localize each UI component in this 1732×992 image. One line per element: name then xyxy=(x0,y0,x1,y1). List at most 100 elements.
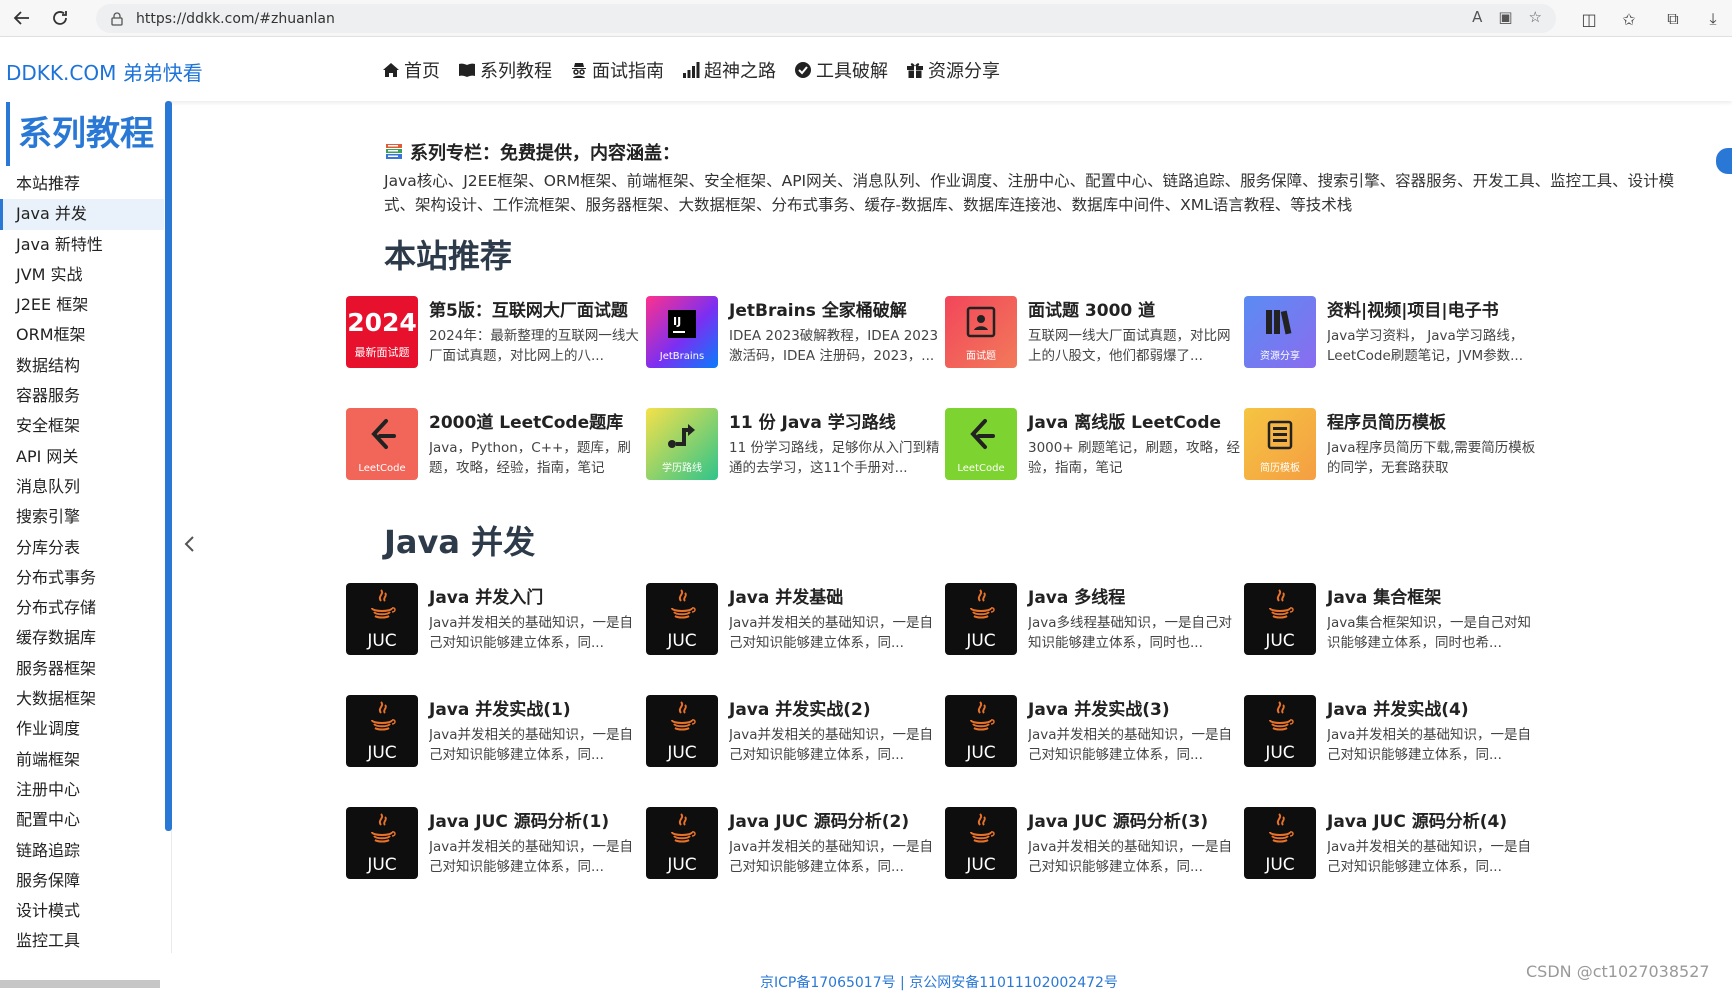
edge-sidebar-toggle[interactable] xyxy=(1716,148,1732,174)
course-card[interactable]: JUC Java 并发入门 Java并发相关的基础知识，一是自己对知识能够建立体系，… xyxy=(346,583,646,659)
course-thumbnail[interactable]: 资源分享 xyxy=(1244,296,1316,368)
horizontal-scrollbar[interactable] xyxy=(0,980,160,988)
course-card[interactable]: LeetCode 2000道 LeetCode题库 Java，Python，C++，… xyxy=(346,408,646,484)
course-card[interactable]: JUC Java JUC 源码分析(3) Java并发相关的基础知识，一是自己对知识… xyxy=(945,807,1245,883)
course-thumbnail[interactable]: JUC xyxy=(945,695,1017,767)
course-card[interactable]: JUC Java 并发基础 Java并发相关的基础知识，一是自己对知识能够建立体系，… xyxy=(646,583,946,659)
course-card[interactable]: JUC Java JUC 源码分析(1) Java并发相关的基础知识，一是自己对知识… xyxy=(346,807,646,883)
address-bar[interactable]: https://ddkk.com/#zhuanlan A ▣ ☆ xyxy=(96,4,1556,33)
course-thumbnail[interactable]: 面试题 xyxy=(945,296,1017,368)
course-thumbnail[interactable]: JUC xyxy=(1244,695,1316,767)
course-card[interactable]: 学历路线 11 份 Java 学习路线 11 份学习路线，足够你从入门到精通的去学习… xyxy=(646,408,946,484)
course-thumbnail[interactable]: JUC xyxy=(945,583,1017,655)
sidebar-item[interactable]: 分库分表 xyxy=(0,533,164,563)
course-title[interactable]: 2000道 LeetCode题库 xyxy=(429,408,644,433)
sidebar-item[interactable]: API 网关 xyxy=(0,442,164,472)
course-thumbnail[interactable]: 学历路线 xyxy=(646,408,718,480)
course-title[interactable]: Java JUC 源码分析(3) xyxy=(1028,807,1243,832)
course-title[interactable]: Java 并发入门 xyxy=(429,583,644,608)
sidebar-item[interactable]: 搜索引擎 xyxy=(0,502,164,532)
read-aloud-icon[interactable]: A xyxy=(1472,8,1482,26)
course-title[interactable]: Java JUC 源码分析(1) xyxy=(429,807,644,832)
course-thumbnail[interactable]: 简历模板 xyxy=(1244,408,1316,480)
sidebar-item[interactable]: 前端框架 xyxy=(0,745,164,775)
favorites-icon[interactable]: ✩ xyxy=(1616,6,1642,32)
sidebar-item[interactable]: 消息队列 xyxy=(0,472,164,502)
course-title[interactable]: Java 并发基础 xyxy=(729,583,944,608)
course-thumbnail[interactable]: JUC xyxy=(945,807,1017,879)
favorite-star-icon[interactable]: ☆ xyxy=(1529,8,1542,26)
sidebar-item[interactable]: ORM框架 xyxy=(0,320,164,350)
refresh-icon[interactable] xyxy=(46,4,74,32)
collections-icon[interactable]: ⧉ xyxy=(1660,6,1686,32)
course-card[interactable]: JUC Java 并发实战(1) Java并发相关的基础知识，一是自己对知识能够建立… xyxy=(346,695,646,771)
course-thumbnail[interactable]: JUC xyxy=(646,695,718,767)
sidebar-item[interactable]: 大数据框架 xyxy=(0,684,164,714)
sidebar-item[interactable]: 监控工具 xyxy=(0,926,164,956)
sidebar-item[interactable]: 缓存数据库 xyxy=(0,623,164,653)
course-card[interactable]: JUC Java 并发实战(3) Java并发相关的基础知识，一是自己对知识能够建立… xyxy=(945,695,1245,771)
sidebar-item[interactable]: 容器服务 xyxy=(0,381,164,411)
course-title[interactable]: Java 离线版 LeetCode xyxy=(1028,408,1243,433)
course-card[interactable]: 2024 最新面试题 第5版：互联网大厂面试题 2024年：最新整理的互联网一线大厂面… xyxy=(346,296,646,372)
course-title[interactable]: Java 并发实战(4) xyxy=(1327,695,1542,720)
course-thumbnail[interactable]: LeetCode xyxy=(945,408,1017,480)
course-thumbnail[interactable]: JUC xyxy=(1244,807,1316,879)
sidebar-item[interactable]: Java 并发 xyxy=(0,199,164,230)
course-thumbnail[interactable]: 2024 最新面试题 xyxy=(346,296,418,368)
sidebar-item[interactable]: 服务器框架 xyxy=(0,654,164,684)
course-card[interactable]: 面试题 面试题 3000 道互联网一线大厂面试真题，对比网上的八股文，他们都弱爆了… xyxy=(945,296,1245,372)
course-thumbnail[interactable]: JUC xyxy=(346,807,418,879)
course-card[interactable]: JUC Java JUC 源码分析(2) Java并发相关的基础知识，一是自己对知识… xyxy=(646,807,946,883)
course-thumbnail[interactable]: JUC xyxy=(646,807,718,879)
course-title[interactable]: Java JUC 源码分析(2) xyxy=(729,807,944,832)
course-title[interactable]: Java JUC 源码分析(4) xyxy=(1327,807,1542,832)
course-title[interactable]: 11 份 Java 学习路线 xyxy=(729,408,944,433)
course-thumbnail[interactable]: JUC xyxy=(346,695,418,767)
nav-interview[interactable]: 面试指南 xyxy=(570,57,664,83)
nav-tools[interactable]: 工具破解 xyxy=(794,57,888,83)
course-title[interactable]: Java 并发实战(3) xyxy=(1028,695,1243,720)
icp-footer-link[interactable]: 京ICP备17065017号 | 京公网安备11011102002472号 xyxy=(760,972,1118,992)
course-card[interactable]: 资源分享 资料|视频|项目|电子书 Java学习资料， Java学习路线，LeetC… xyxy=(1244,296,1544,372)
course-title[interactable]: 资料|视频|项目|电子书 xyxy=(1327,296,1542,321)
course-card[interactable]: IJ JetBrains JetBrains 全家桶破解 IDEA 2023破解教程，… xyxy=(646,296,946,372)
course-title[interactable]: Java 并发实战(1) xyxy=(429,695,644,720)
course-card[interactable]: JUC Java 集合框架 Java集合框架知识，一是自己对知识能够建立体系，同时也… xyxy=(1244,583,1544,659)
course-title[interactable]: 第5版：互联网大厂面试题 xyxy=(429,296,644,321)
course-title[interactable]: JetBrains 全家桶破解 xyxy=(729,296,944,321)
split-screen-icon[interactable]: ◫ xyxy=(1576,6,1602,32)
app-available-icon[interactable]: ▣ xyxy=(1498,8,1512,26)
course-thumbnail[interactable]: JUC xyxy=(346,583,418,655)
nav-series[interactable]: 系列教程 xyxy=(458,57,552,83)
sidebar-item[interactable]: 设计模式 xyxy=(0,896,164,926)
sidebar-item[interactable]: 分布式存储 xyxy=(0,593,164,623)
sidebar-item[interactable]: JVM 实战 xyxy=(0,260,164,290)
course-thumbnail[interactable]: JUC xyxy=(646,583,718,655)
course-card[interactable]: LeetCode Java 离线版 LeetCode 3000+ 刷题笔记，刷题，攻… xyxy=(945,408,1245,484)
sidebar-item[interactable]: 配置中心 xyxy=(0,805,164,835)
sidebar-item[interactable]: 链路追踪 xyxy=(0,836,164,866)
sidebar-item[interactable]: 注册中心 xyxy=(0,775,164,805)
sidebar-item[interactable]: 分布式事务 xyxy=(0,563,164,593)
course-title[interactable]: Java 集合框架 xyxy=(1327,583,1542,608)
course-card[interactable]: JUC Java 多线程 Java多线程基础知识，一是自己对知识能够建立体系，同时也… xyxy=(945,583,1245,659)
sidebar-item[interactable]: 本站推荐 xyxy=(0,169,164,199)
sidebar-item[interactable]: 数据结构 xyxy=(0,351,164,381)
course-title[interactable]: Java 多线程 xyxy=(1028,583,1243,608)
course-title[interactable]: 面试题 3000 道 xyxy=(1028,296,1243,321)
course-card[interactable]: JUC Java 并发实战(4) Java并发相关的基础知识，一是自己对知识能够建立… xyxy=(1244,695,1544,771)
sidebar-item[interactable]: J2EE 框架 xyxy=(0,290,164,320)
sidebar-item[interactable]: 作业调度 xyxy=(0,714,164,744)
nav-resources[interactable]: 资源分享 xyxy=(906,57,1000,83)
nav-home[interactable]: 首页 xyxy=(382,57,440,83)
sidebar-item[interactable]: 服务保障 xyxy=(0,866,164,896)
course-title[interactable]: Java 并发实战(2) xyxy=(729,695,944,720)
course-thumbnail[interactable]: JUC xyxy=(1244,583,1316,655)
site-logo[interactable]: DDKK.COM 弟弟快看 xyxy=(6,57,203,86)
downloads-icon[interactable]: ⤓ xyxy=(1700,6,1726,32)
back-icon[interactable] xyxy=(8,4,36,32)
nav-path[interactable]: 超神之路 xyxy=(682,57,776,83)
course-title[interactable]: 程序员简历模板 xyxy=(1327,408,1542,433)
sidebar-item[interactable]: 安全框架 xyxy=(0,411,164,441)
